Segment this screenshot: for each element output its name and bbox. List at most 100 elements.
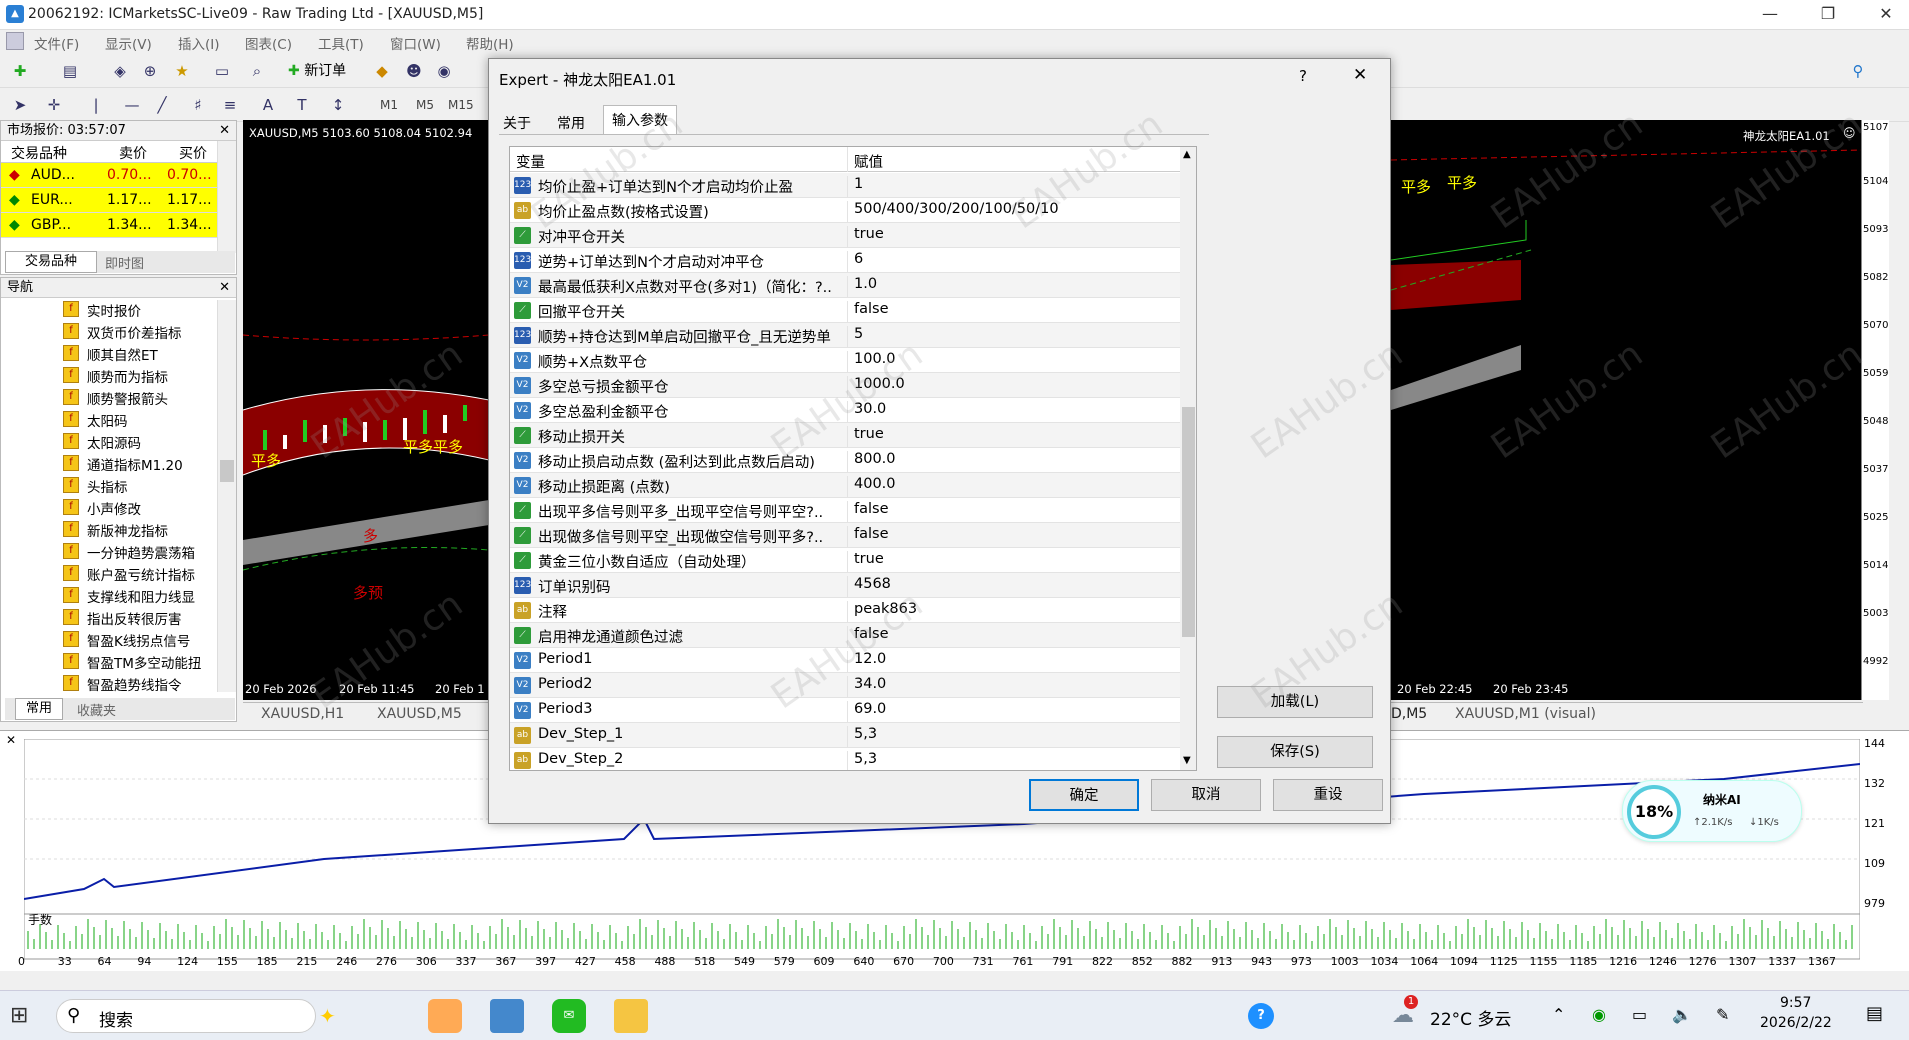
parameter-row[interactable]: 123 顺势+持仓达到M单启动回撤平仓_且无逆势单 5	[510, 323, 1180, 351]
help-icon[interactable]: ?	[1248, 1003, 1274, 1029]
parameter-row[interactable]: ab Dev_Step_2 5,3	[510, 748, 1180, 770]
terminal-icon[interactable]: ▭	[210, 59, 234, 83]
horizontal-line-icon[interactable]: —	[120, 93, 144, 117]
parameter-row[interactable]: ⟋ 对冲平仓开关 true	[510, 223, 1180, 251]
symbol-row[interactable]: ◆ AUD... 0.70... 0.70...	[1, 163, 236, 188]
help-button[interactable]: ?	[1299, 67, 1307, 85]
tab-common[interactable]: 常用	[15, 698, 63, 720]
tf-m1[interactable]: M1	[380, 98, 398, 112]
navigator-item[interactable]: f 实时报价	[1, 298, 236, 320]
metaeditor-icon[interactable]: ◆	[370, 59, 394, 83]
close-icon[interactable]: ✕	[6, 733, 16, 747]
tray-app-icon[interactable]: ◉	[1592, 1005, 1606, 1024]
parameter-row[interactable]: V2 移动止损启动点数 (盈利达到此点数后启动) 800.0	[510, 448, 1180, 476]
tester-scrollbar[interactable]	[0, 971, 1909, 986]
app-icon-colorful[interactable]	[428, 999, 462, 1033]
tab-tick-chart[interactable]: 即时图	[105, 253, 144, 272]
menu-insert[interactable]: 插入(I)	[178, 33, 220, 53]
signals-icon[interactable]: ☻	[402, 59, 426, 83]
cursor-icon[interactable]: ➤	[8, 93, 32, 117]
load-button[interactable]: 加载(L)	[1217, 686, 1373, 718]
weather-text[interactable]: 22°C 多云	[1430, 1005, 1511, 1030]
parameter-row[interactable]: ab 均价止盈点数(按格式设置) 500/400/300/200/100/50/10	[510, 198, 1180, 226]
search-box[interactable]: ⚲ 搜索 ✦	[56, 999, 336, 1033]
col-bid[interactable]: 卖价	[119, 143, 147, 163]
parameter-row[interactable]: V2 Period3 69.0	[510, 698, 1180, 726]
scroll-down-icon[interactable]: ▼	[1183, 755, 1191, 766]
navigator-item[interactable]: f 顺势警报箭头	[1, 386, 236, 408]
menu-view[interactable]: 显示(V)	[105, 33, 152, 53]
data-window-icon[interactable]: ⊕	[138, 59, 162, 83]
chart-tab[interactable]: XAUUSD,M1 (visual)	[1455, 706, 1596, 722]
save-button[interactable]: 保存(S)	[1217, 736, 1373, 768]
parameter-row[interactable]: V2 顺势+X点数平仓 100.0	[510, 348, 1180, 376]
close-window-button[interactable]: ✕	[1866, 4, 1906, 26]
parameter-row[interactable]: V2 移动止损距离 (点数) 400.0	[510, 473, 1180, 501]
pen-icon[interactable]: ✎	[1716, 1005, 1729, 1024]
market-watch-icon[interactable]: ◈	[108, 59, 132, 83]
tab-inputs[interactable]: 输入参数	[603, 105, 677, 135]
channel-icon[interactable]: ♯	[186, 93, 210, 117]
parameter-row[interactable]: V2 Period2 34.0	[510, 673, 1180, 701]
param-value[interactable]: 5,3	[847, 751, 877, 770]
text-icon[interactable]: A	[256, 93, 280, 117]
menu-tools[interactable]: 工具(T)	[318, 33, 364, 53]
navigator-item[interactable]: f 通道指标M1.20	[1, 452, 236, 474]
col-symbol[interactable]: 交易品种	[11, 143, 67, 163]
symbol-row[interactable]: ◆ EUR... 1.17... 1.17...	[1, 188, 236, 213]
close-dialog-button[interactable]: ✕	[1353, 65, 1367, 85]
col-variable[interactable]: 变量	[516, 151, 846, 172]
tester-icon[interactable]: ⌕	[245, 59, 269, 83]
chart-xauusd-m5[interactable]: XAUUSD,M5 5103.60 5108.04 5102.94 平多 平多平…	[243, 120, 489, 700]
battery-icon[interactable]: ▭	[1632, 1005, 1647, 1024]
parameter-row[interactable]: ⟋ 启用神龙通道颜色过滤 false	[510, 623, 1180, 651]
cancel-button[interactable]: 取消	[1151, 779, 1261, 811]
symbol-row[interactable]: ◆ GBP... 1.34... 1.34...	[1, 213, 236, 238]
label-icon[interactable]: T	[290, 93, 314, 117]
navigator-item[interactable]: f 头指标	[1, 474, 236, 496]
navigator-item[interactable]: f 指出反转很厉害	[1, 606, 236, 628]
navigator-item[interactable]: f 一分钟趋势震荡箱	[1, 540, 236, 562]
vertical-line-icon[interactable]: |	[84, 93, 108, 117]
col-value[interactable]: 赋值	[847, 147, 883, 172]
parameter-row[interactable]: 123 均价止盈+订单达到N个才启动均价止盈 1	[510, 173, 1180, 201]
menu-charts[interactable]: 图表(C)	[245, 33, 292, 53]
clock-date[interactable]: 2026/2/22	[1760, 1015, 1832, 1031]
scroll-up-icon[interactable]: ▲	[1183, 149, 1191, 160]
navigator-icon[interactable]: ★	[170, 59, 194, 83]
tab-about[interactable]: 关于	[495, 109, 539, 135]
navigator-item[interactable]: f 太阳码	[1, 408, 236, 430]
scroll-thumb[interactable]	[1182, 407, 1195, 637]
ok-button[interactable]: 确定	[1029, 779, 1139, 811]
arrows-icon[interactable]: ↕	[326, 93, 350, 117]
navigator-item[interactable]: f 太阳源码	[1, 430, 236, 452]
navigator-item[interactable]: f 账户盈亏统计指标	[1, 562, 236, 584]
tf-m5[interactable]: M5	[416, 98, 434, 112]
menu-file[interactable]: 文件(F)	[34, 33, 79, 53]
parameter-row[interactable]: ⟋ 出现做多信号则平空_出现做空信号则平多?.. false	[510, 523, 1180, 551]
clock-time[interactable]: 9:57	[1780, 995, 1811, 1011]
parameter-row[interactable]: ⟋ 黄金三位小数自适应（自动处理） true	[510, 548, 1180, 576]
parameter-row[interactable]: V2 多空总盈利金额平仓 30.0	[510, 398, 1180, 426]
notifications-icon[interactable]: ▤	[1866, 1003, 1883, 1024]
restore-button[interactable]: ❐	[1808, 4, 1848, 26]
parameter-row[interactable]: ab Dev_Step_1 5,3	[510, 723, 1180, 751]
new-order-button[interactable]: ✚ 新订单	[288, 60, 346, 80]
wechat-icon[interactable]: ✉	[552, 999, 586, 1033]
close-icon[interactable]: ✕	[219, 121, 230, 141]
mt4-app-icon[interactable]	[490, 999, 524, 1033]
parameter-row[interactable]: V2 多空总亏损金额平仓 1000.0	[510, 373, 1180, 401]
col-ask[interactable]: 买价	[179, 143, 207, 163]
parameter-row[interactable]: 123 逆势+订单达到N个才启动对冲平仓 6	[510, 248, 1180, 276]
tf-m15[interactable]: M15	[448, 98, 474, 112]
navigator-item[interactable]: f 支撑线和阻力线显	[1, 584, 236, 606]
parameter-row[interactable]: 123 订单识别码 4568	[510, 573, 1180, 601]
parameter-row[interactable]: ab 注释 peak863	[510, 598, 1180, 626]
windows-start-icon[interactable]: ⊞	[10, 1003, 28, 1028]
parameter-row[interactable]: V2 Period1 12.0	[510, 648, 1180, 676]
navigator-item[interactable]: f 智盈TM多空动能扭	[1, 650, 236, 672]
speed-widget[interactable]: 18% 纳米AI ↑2.1K/s ↓1K/s	[1622, 780, 1802, 842]
new-chart-icon[interactable]: ✚	[8, 59, 32, 83]
menu-window[interactable]: 窗口(W)	[390, 33, 441, 53]
reset-button[interactable]: 重设	[1273, 779, 1383, 811]
